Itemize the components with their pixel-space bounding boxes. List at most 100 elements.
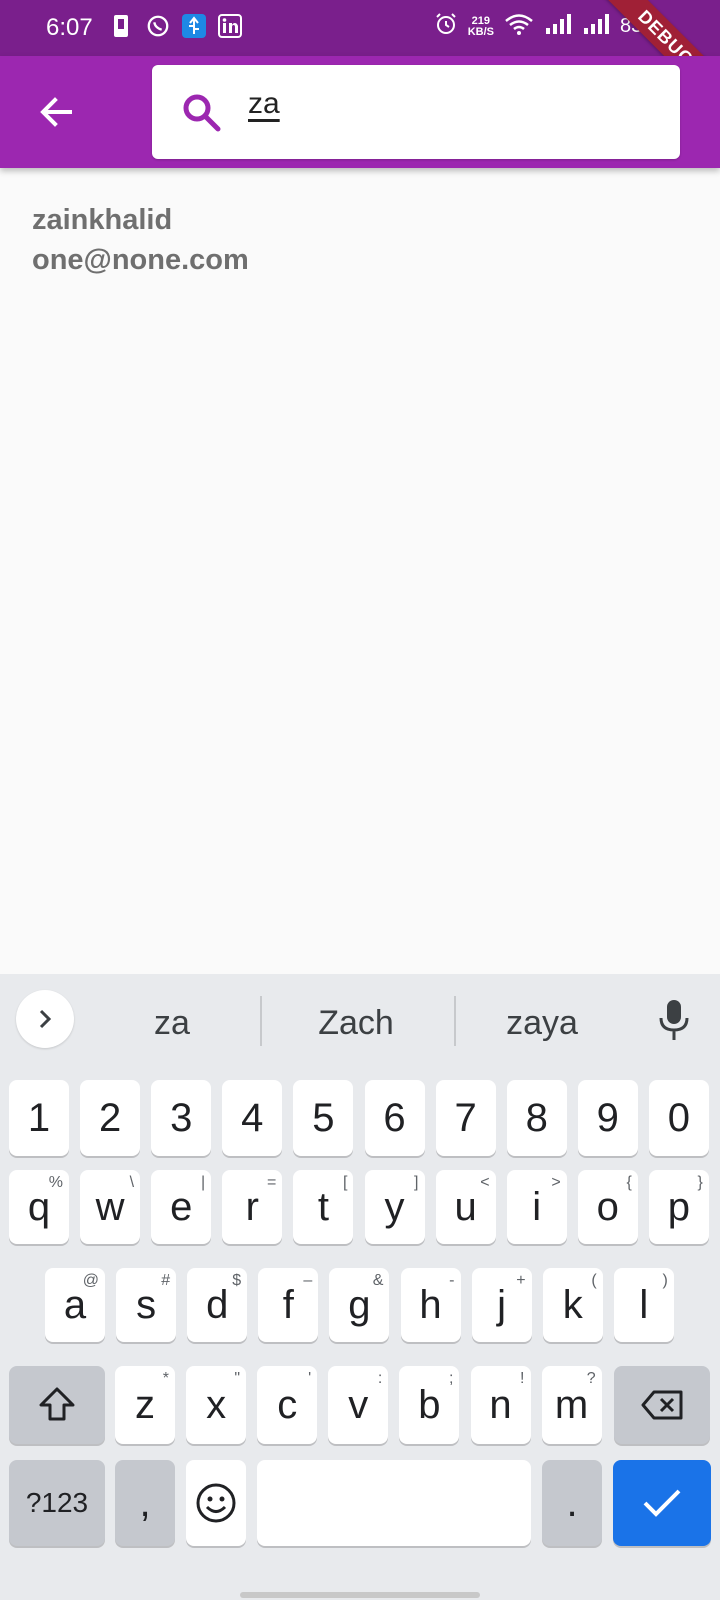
key-hint: | <box>201 1174 206 1191</box>
key-j[interactable]: j + <box>471 1268 532 1342</box>
key-hint: - <box>449 1272 455 1289</box>
key-w[interactable]: w \ <box>80 1170 141 1244</box>
key-hint: $ <box>232 1272 242 1289</box>
key-0[interactable]: 0 <box>648 1080 709 1156</box>
period-key[interactable]: . <box>542 1460 602 1546</box>
result-email: one@none.com <box>32 244 249 276</box>
key-v[interactable]: v: <box>328 1366 389 1444</box>
key-z[interactable]: z * <box>115 1366 175 1444</box>
key-y[interactable]: y] <box>364 1170 425 1244</box>
key-5[interactable]: 5 <box>293 1080 354 1156</box>
key-i[interactable]: i > <box>506 1170 567 1244</box>
back-button[interactable] <box>30 86 82 138</box>
emoji-icon <box>196 1483 236 1523</box>
chevron-right-icon <box>39 1009 52 1029</box>
alarm-icon <box>434 12 458 41</box>
usb-icon <box>182 12 206 40</box>
search-result-item[interactable]: zainkhalid one@none.com <box>32 200 249 280</box>
key-label: z <box>135 1382 155 1427</box>
key-label: n <box>489 1382 512 1427</box>
search-field[interactable]: za <box>152 65 680 159</box>
suggestion-3[interactable]: zaya <box>452 1004 632 1043</box>
search-input[interactable]: za <box>248 87 280 121</box>
key-hint: ( <box>591 1272 597 1289</box>
key-label: 3 <box>170 1095 193 1140</box>
key-f[interactable]: f – <box>258 1268 319 1342</box>
key-c[interactable]: c ' <box>257 1366 318 1444</box>
shift-key[interactable] <box>9 1366 105 1444</box>
key-p[interactable]: p} <box>648 1170 709 1244</box>
suggestion-divider <box>260 996 262 1046</box>
key-label: ?123 <box>25 1487 89 1518</box>
key-hint: = <box>266 1174 277 1191</box>
key-r[interactable]: r = <box>222 1170 283 1244</box>
comma-key[interactable]: , <box>115 1460 175 1546</box>
key-label: j <box>497 1282 507 1327</box>
key-hint: ? <box>586 1370 596 1387</box>
key-label: 8 <box>525 1095 548 1140</box>
key-4[interactable]: 4 <box>222 1080 283 1156</box>
key-9[interactable]: 9 <box>577 1080 638 1156</box>
key-label: 7 <box>454 1095 477 1140</box>
keyboard-expand-button[interactable] <box>16 990 74 1048</box>
key-hint: ) <box>662 1272 668 1289</box>
key-label: c <box>277 1382 298 1427</box>
key-hint: + <box>516 1272 526 1289</box>
key-3[interactable]: 3 <box>151 1080 212 1156</box>
key-hint: { <box>626 1174 632 1191</box>
key-s[interactable]: s # <box>116 1268 177 1342</box>
soft-keyboard: za Zach zaya 1 2 3 4 5 6 7 8 9 0 q% w \ e | r = t[y] u < i > o… <box>0 974 720 1600</box>
key-label: r <box>245 1184 259 1229</box>
space-key[interactable] <box>257 1460 531 1546</box>
suggestion-2[interactable]: Zach <box>266 1004 446 1043</box>
home-indicator <box>240 1592 480 1598</box>
key-e[interactable]: e | <box>151 1170 212 1244</box>
key-u[interactable]: u < <box>435 1170 496 1244</box>
key-q[interactable]: q% <box>9 1170 69 1244</box>
key-label: 9 <box>596 1095 619 1140</box>
key-label: f <box>282 1282 294 1327</box>
key-7[interactable]: 7 <box>435 1080 496 1156</box>
key-k[interactable]: k( <box>542 1268 603 1342</box>
key-label: . <box>566 1480 578 1525</box>
backspace-icon <box>641 1390 683 1420</box>
symbols-key[interactable]: ?123 <box>9 1460 105 1546</box>
key-l[interactable]: l) <box>613 1268 674 1342</box>
key-label: i <box>532 1184 542 1229</box>
key-label: h <box>419 1282 442 1327</box>
key-b[interactable]: b; <box>399 1366 460 1444</box>
key-label: d <box>206 1282 229 1327</box>
key-h[interactable]: h- <box>400 1268 461 1342</box>
enter-key[interactable] <box>613 1460 711 1546</box>
microphone-icon[interactable] <box>654 998 694 1042</box>
key-hint: } <box>697 1174 703 1191</box>
emoji-key[interactable] <box>186 1460 246 1546</box>
backspace-key[interactable] <box>614 1366 710 1444</box>
key-hint: – <box>303 1272 313 1289</box>
key-1[interactable]: 1 <box>9 1080 69 1156</box>
key-label: 6 <box>383 1095 406 1140</box>
key-t[interactable]: t[ <box>293 1170 354 1244</box>
key-g[interactable]: g & <box>329 1268 390 1342</box>
key-6[interactable]: 6 <box>364 1080 425 1156</box>
key-x[interactable]: x " <box>186 1366 247 1444</box>
key-hint: # <box>161 1272 171 1289</box>
notification-icons <box>110 12 242 40</box>
key-o[interactable]: o{ <box>577 1170 638 1244</box>
key-m[interactable]: m? <box>541 1366 602 1444</box>
key-hint: ] <box>414 1174 419 1191</box>
key-label: w <box>95 1184 125 1229</box>
key-label: 4 <box>241 1095 264 1140</box>
suggestion-1[interactable]: za <box>82 1004 262 1043</box>
key-2[interactable]: 2 <box>80 1080 141 1156</box>
key-a[interactable]: a @ <box>45 1268 105 1342</box>
signal-icon-2 <box>582 13 610 40</box>
key-label: q <box>27 1184 51 1229</box>
key-n[interactable]: n! <box>470 1366 531 1444</box>
key-d[interactable]: d $ <box>187 1268 248 1342</box>
key-8[interactable]: 8 <box>506 1080 567 1156</box>
key-hint: * <box>162 1370 169 1387</box>
key-hint: ' <box>308 1370 312 1387</box>
key-label: y <box>384 1184 405 1229</box>
key-hint: @ <box>82 1272 99 1289</box>
